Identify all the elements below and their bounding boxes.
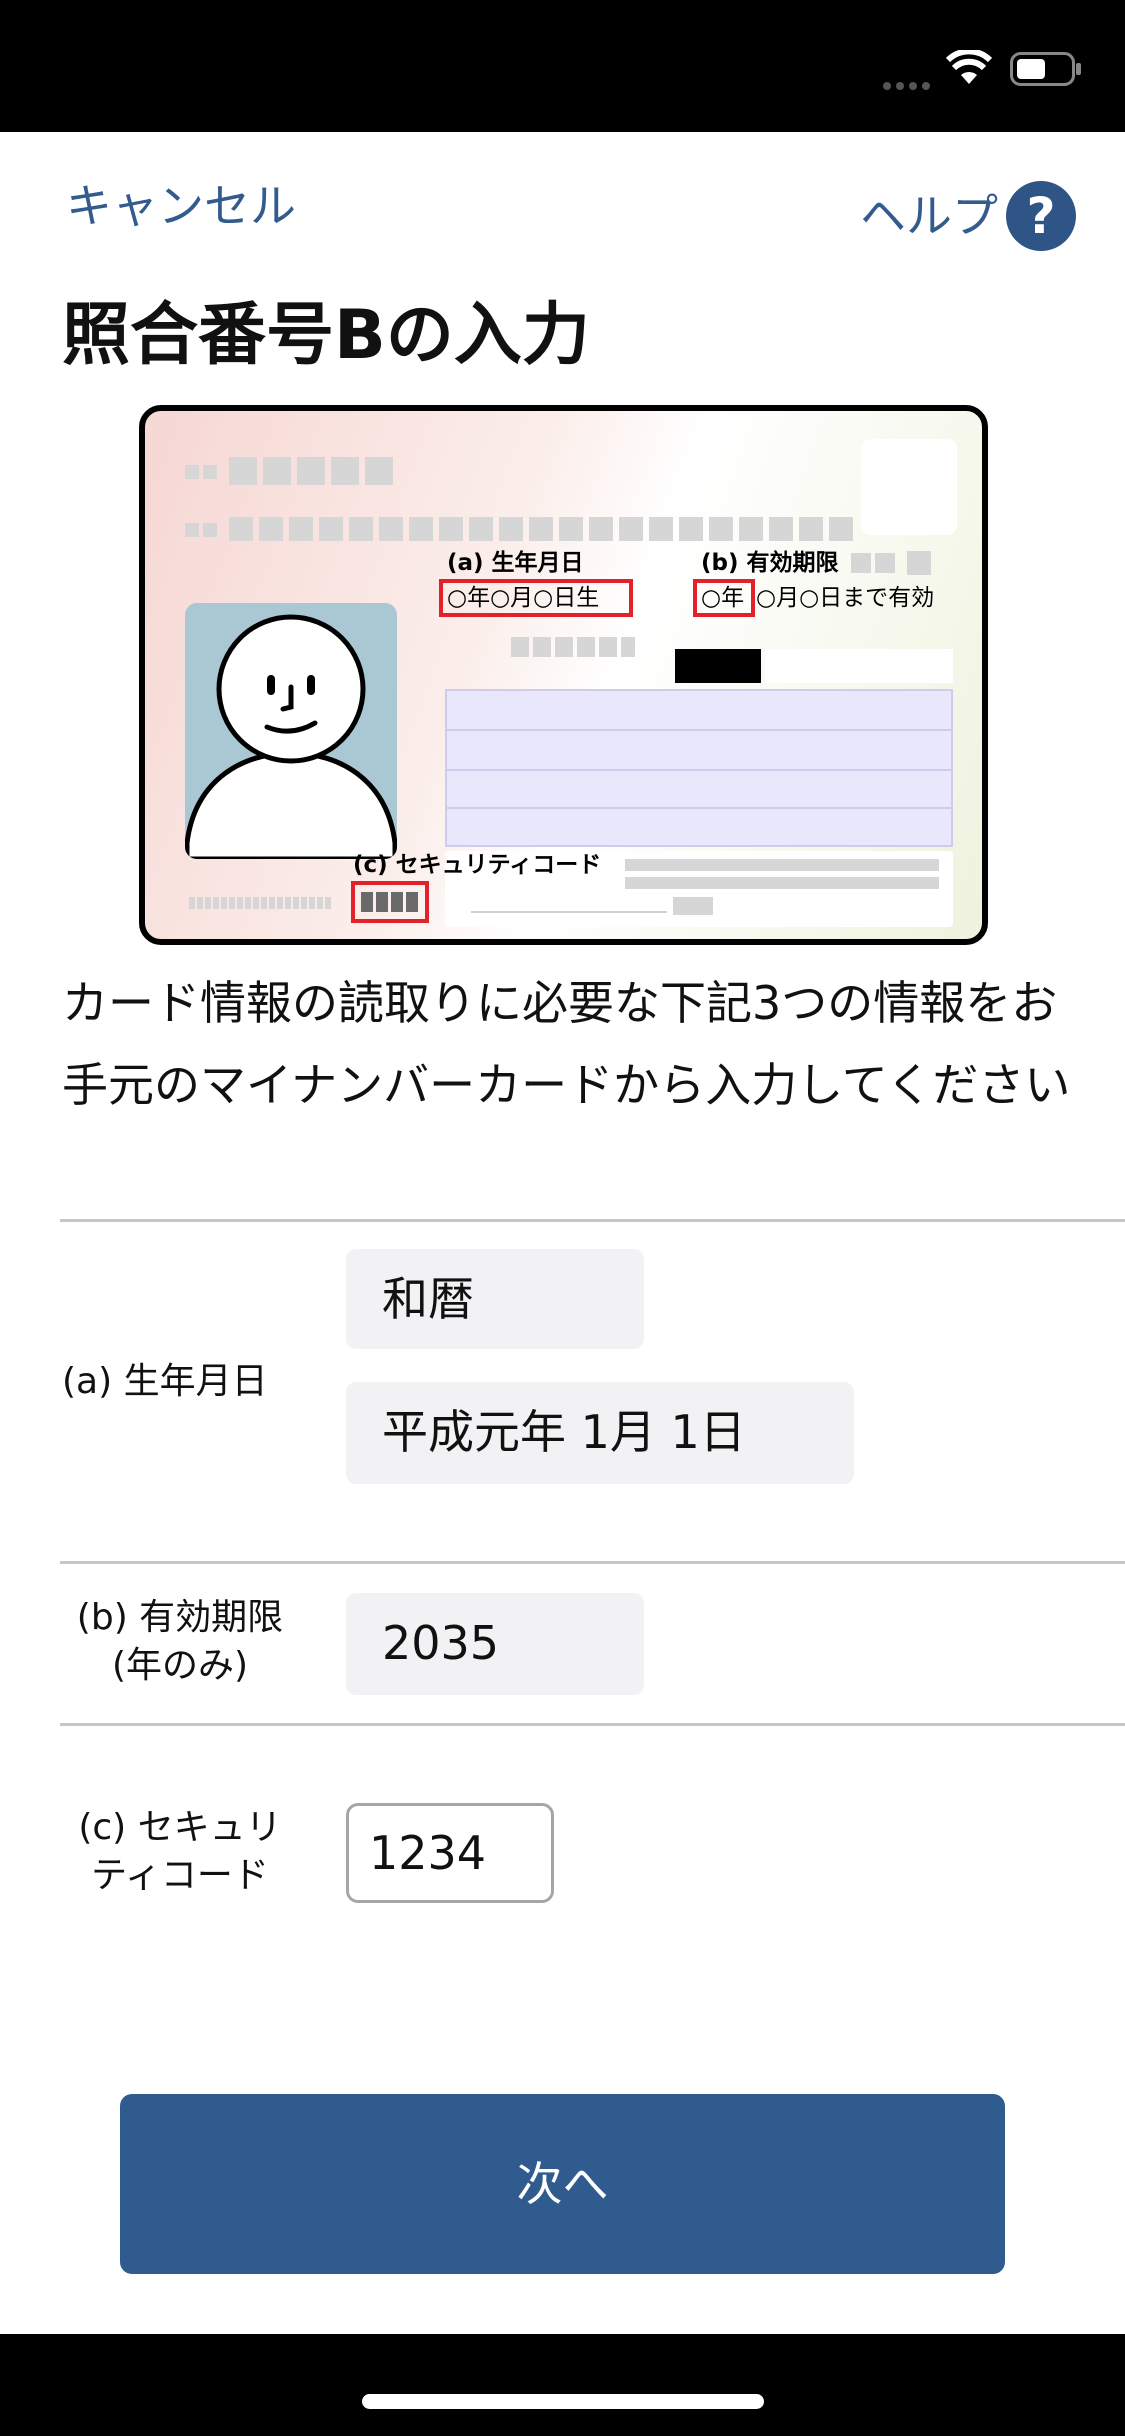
intro-text: カード情報の読取りに必要な下記3つの情報をお手元のマイナンバーカードから入力して…	[62, 976, 1071, 1112]
expiry-label-line1: (b) 有効期限	[76, 1597, 284, 1638]
home-indicator	[362, 2394, 764, 2409]
card-label-birthdate: (a) 生年月日	[447, 550, 584, 576]
card-value-expiry-year: ○年	[701, 585, 745, 611]
era-select[interactable]: 和暦	[346, 1249, 644, 1349]
battery-icon	[1010, 52, 1082, 86]
card-placeholder	[625, 877, 939, 889]
security-code-input[interactable]: 1234	[346, 1803, 554, 1903]
birthdate-label: (a) 生年月日	[62, 1361, 268, 1402]
status-bar	[0, 0, 1125, 132]
home-bar-area	[0, 2334, 1125, 2436]
card-placeholder-row	[189, 897, 333, 909]
card-redacted-block	[675, 649, 761, 683]
cancel-button[interactable]: キャンセル	[66, 178, 296, 234]
card-placeholder-row	[511, 637, 635, 657]
card-placeholder	[203, 523, 217, 537]
card-placeholder	[673, 897, 713, 915]
card-security-digits	[361, 892, 419, 912]
card-placeholder	[331, 457, 359, 485]
expiry-label: (b) 有効期限 (年のみ)	[62, 1594, 298, 1690]
my-number-card-illustration: (a) 生年月日 ○年○月○日生 (b) 有効期限 ○年 ○月○日まで有効 (c…	[139, 405, 988, 945]
expiry-year-field[interactable]: 2035	[346, 1593, 644, 1695]
card-value-expiry-rest: ○月○日まで有効	[756, 585, 935, 611]
card-placeholder-row	[229, 517, 859, 541]
card-label-expiry: (b) 有効期限	[701, 550, 839, 576]
card-label-security: (c) セキュリティコード	[353, 852, 602, 878]
birthdate-picker[interactable]: 平成元年 1月 1日	[346, 1382, 854, 1484]
divider	[60, 1219, 1125, 1222]
security-label-line1: (c) セキュリ	[78, 1807, 282, 1848]
card-placeholder	[297, 457, 325, 485]
divider	[60, 1723, 1125, 1726]
card-placeholder	[263, 457, 291, 485]
card-placeholder	[229, 457, 257, 485]
page-title: 照合番号Bの入力	[62, 296, 590, 375]
card-placeholder	[907, 551, 931, 575]
card-placeholder	[185, 465, 199, 479]
signal-icon	[882, 76, 934, 90]
card-placeholder	[875, 553, 895, 573]
card-value-birthdate: ○年○月○日生	[447, 585, 600, 611]
divider	[60, 1561, 1125, 1564]
card-placeholder	[625, 859, 939, 871]
card-address-box	[445, 689, 953, 847]
card-placeholder	[185, 523, 199, 537]
card-photo-slot	[861, 439, 957, 535]
help-button[interactable]: ヘルプ	[860, 188, 998, 244]
security-code-label: (c) セキュリ ティコード	[62, 1804, 298, 1900]
card-placeholder	[851, 553, 871, 573]
help-icon[interactable]: ?	[1006, 181, 1076, 251]
card-placeholder	[203, 465, 217, 479]
card-line	[471, 911, 667, 913]
next-button[interactable]: 次へ	[120, 2094, 1005, 2274]
security-label-line2: ティコード	[91, 1855, 269, 1896]
avatar	[185, 603, 397, 859]
wifi-icon	[945, 48, 993, 86]
card-placeholder	[365, 457, 393, 485]
card-white-strip	[765, 649, 953, 683]
expiry-label-line2: (年のみ)	[111, 1645, 249, 1686]
